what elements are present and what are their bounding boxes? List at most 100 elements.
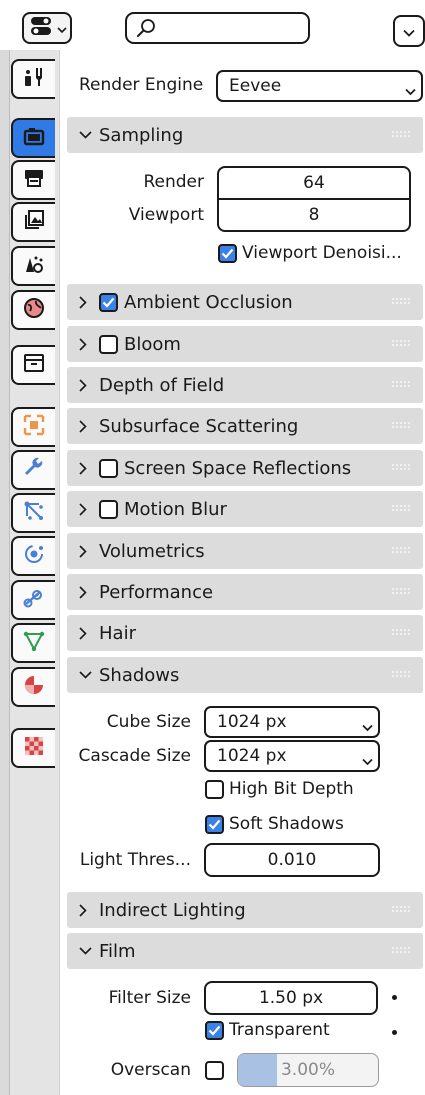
tab-constraints[interactable] xyxy=(11,580,55,620)
render-engine-label: Render Engine xyxy=(79,75,204,95)
panel-indirect-lighting-header[interactable]: Indirect Lighting xyxy=(67,892,423,928)
chevron-down-icon xyxy=(79,671,93,679)
viewport-denoising-checkbox[interactable]: Viewport Denoisi... xyxy=(218,243,402,263)
collection-box-icon xyxy=(22,351,46,379)
checkbox-unchecked-icon[interactable] xyxy=(99,334,118,354)
render-engine-select[interactable]: Eevee xyxy=(216,70,423,102)
soft-shadows-checkbox[interactable]: Soft Shadows xyxy=(205,814,344,834)
tab-output[interactable] xyxy=(11,160,55,200)
checkbox-unchecked-icon[interactable] xyxy=(99,458,118,478)
panel-volumetrics-header[interactable]: Volumetrics xyxy=(67,533,423,569)
tab-particles[interactable] xyxy=(11,493,55,533)
chevron-right-icon xyxy=(79,903,93,917)
panel-title: Film xyxy=(99,940,136,962)
options-dropdown-button[interactable] xyxy=(393,15,425,47)
camera-back-icon xyxy=(22,124,46,152)
tab-render[interactable] xyxy=(11,118,55,158)
panel-screen-space-reflections-header[interactable]: Screen Space Reflections xyxy=(67,450,423,486)
cascade-size-label: Cascade Size xyxy=(78,746,191,766)
transparent-checkbox[interactable]: Transparent xyxy=(205,1020,330,1040)
printer-icon xyxy=(22,166,46,194)
tab-scene[interactable] xyxy=(11,246,55,286)
animate-property-dot[interactable] xyxy=(392,1030,397,1035)
object-square-icon xyxy=(22,413,46,441)
render-samples-value: 64 xyxy=(303,173,325,193)
checkbox-checked-icon xyxy=(218,243,237,263)
chevron-down-icon xyxy=(362,751,373,771)
panel-title: Screen Space Reflections xyxy=(124,457,352,479)
tool-icon xyxy=(22,65,46,93)
render-samples-field[interactable]: 64 xyxy=(217,166,411,200)
filter-size-field[interactable]: 1.50 px xyxy=(204,981,378,1015)
chevron-down-icon xyxy=(403,22,415,41)
cascade-size-select[interactable]: 1024 px xyxy=(204,740,380,772)
drag-grip-icon[interactable] xyxy=(391,546,411,554)
chevron-right-icon xyxy=(79,419,93,433)
light-threshold-field[interactable]: 0.010 xyxy=(204,843,380,877)
sampling-viewport-label: Viewport xyxy=(128,205,204,225)
constraint-icon xyxy=(22,586,46,614)
wrench-icon xyxy=(22,456,46,484)
panel-depth-of-field-header[interactable]: Depth of Field xyxy=(67,367,423,403)
checkbox-unchecked-icon[interactable] xyxy=(99,499,118,519)
overscan-slider[interactable]: 3.00% xyxy=(237,1053,379,1087)
panel-title: Sampling xyxy=(99,124,184,146)
tab-physics[interactable] xyxy=(11,536,55,576)
drag-grip-icon[interactable] xyxy=(391,905,411,913)
drag-grip-icon[interactable] xyxy=(391,297,411,305)
panel-motion-blur-header[interactable]: Motion Blur xyxy=(67,491,423,527)
editor-type-button[interactable] xyxy=(22,12,72,44)
drag-grip-icon[interactable] xyxy=(391,339,411,347)
chevron-right-icon xyxy=(79,295,93,309)
panel-bloom-header[interactable]: Bloom xyxy=(67,326,423,362)
chevron-down-icon xyxy=(57,19,67,38)
tab-material[interactable] xyxy=(11,667,55,707)
chevron-right-icon xyxy=(79,337,93,351)
drag-grip-icon[interactable] xyxy=(391,421,411,429)
tab-tool[interactable] xyxy=(11,59,55,99)
panel-hair-header[interactable]: Hair xyxy=(67,615,423,651)
checkbox-checked-icon xyxy=(205,1020,224,1040)
tab-object-data[interactable] xyxy=(11,623,55,663)
properties-header xyxy=(0,0,425,50)
panel-title: Indirect Lighting xyxy=(99,899,246,921)
panel-ambient-occlusion-header[interactable]: Ambient Occlusion xyxy=(67,284,423,320)
search-input[interactable] xyxy=(125,12,310,44)
scene-icon xyxy=(22,252,46,280)
chevron-down-icon xyxy=(405,81,416,101)
tab-view-layer[interactable] xyxy=(11,202,55,242)
drag-grip-icon[interactable] xyxy=(391,946,411,954)
panel-performance-header[interactable]: Performance xyxy=(67,574,423,610)
drag-grip-icon[interactable] xyxy=(391,130,411,138)
tab-texture[interactable] xyxy=(11,728,55,768)
checkbox-label: Transparent xyxy=(229,1020,330,1040)
chevron-right-icon xyxy=(79,502,93,516)
cascade-size-value: 1024 px xyxy=(217,746,287,766)
panel-subsurface-scattering-header[interactable]: Subsurface Scattering xyxy=(67,408,423,444)
panel-title: Performance xyxy=(99,581,214,603)
animate-property-dot[interactable] xyxy=(392,995,397,1000)
high-bit-depth-checkbox[interactable]: High Bit Depth xyxy=(205,779,354,799)
drag-grip-icon[interactable] xyxy=(391,670,411,678)
panel-film-header[interactable]: Film xyxy=(67,933,423,969)
tab-world[interactable] xyxy=(11,290,55,330)
overscan-checkbox[interactable] xyxy=(205,1061,224,1080)
drag-grip-icon[interactable] xyxy=(391,628,411,636)
drag-grip-icon[interactable] xyxy=(391,504,411,512)
chevron-right-icon xyxy=(79,378,93,392)
drag-grip-icon[interactable] xyxy=(391,380,411,388)
filter-size-label: Filter Size xyxy=(108,988,191,1008)
panel-sampling-header[interactable]: Sampling xyxy=(67,117,423,153)
tab-modifiers[interactable] xyxy=(11,450,55,490)
drag-grip-icon[interactable] xyxy=(391,463,411,471)
tab-object[interactable] xyxy=(11,407,55,447)
viewport-samples-field[interactable]: 8 xyxy=(217,198,411,232)
cube-size-select[interactable]: 1024 px xyxy=(204,706,380,738)
tab-collection[interactable] xyxy=(11,345,55,385)
chevron-down-icon xyxy=(362,717,373,737)
panel-shadows-header[interactable]: Shadows xyxy=(67,657,423,693)
checkbox-checked-icon[interactable] xyxy=(99,292,118,312)
panel-title: Volumetrics xyxy=(99,540,205,562)
drag-grip-icon[interactable] xyxy=(391,587,411,595)
checker-texture-icon xyxy=(22,734,46,762)
